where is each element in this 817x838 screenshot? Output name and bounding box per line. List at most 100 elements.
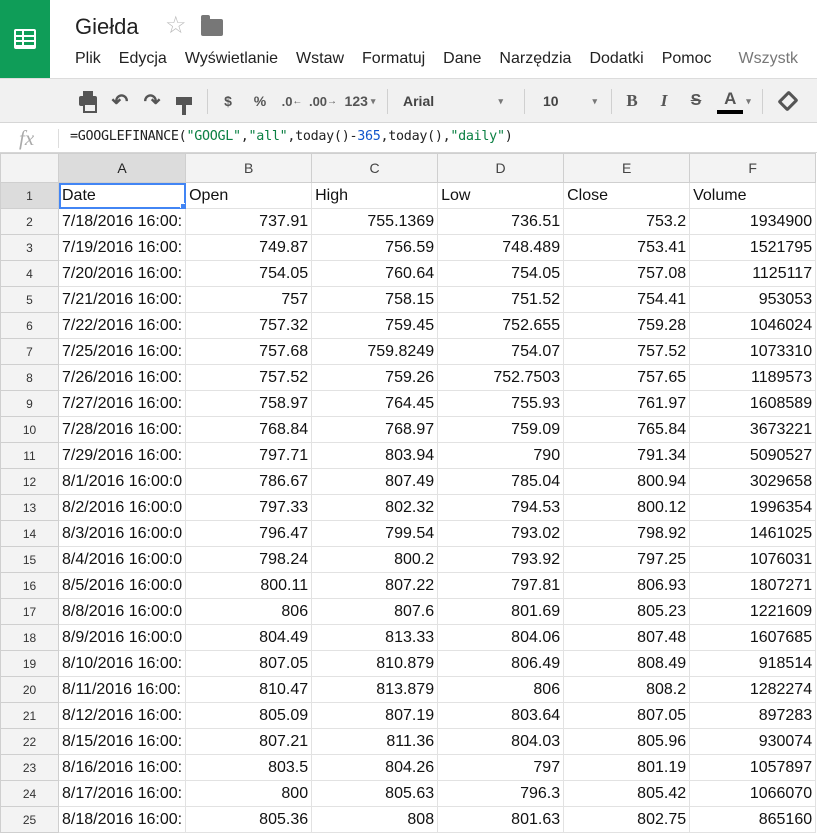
row-header[interactable]: 18 (0, 624, 59, 651)
cell-a5[interactable]: 7/21/2016 16:00: (57, 286, 187, 313)
star-icon[interactable]: ☆ (165, 12, 187, 40)
cell-f3[interactable]: 1521795 (689, 234, 817, 261)
row-header[interactable]: 17 (0, 598, 59, 625)
cell-c1[interactable]: High (311, 182, 439, 209)
cell-b5[interactable]: 757 (185, 286, 313, 313)
cell-c16[interactable]: 807.22 (311, 572, 439, 599)
folder-icon[interactable] (201, 15, 223, 36)
cell-e11[interactable]: 791.34 (563, 442, 691, 469)
increase-decimal-button[interactable]: .00 → (309, 79, 337, 123)
row-header[interactable]: 15 (0, 546, 59, 573)
cell-f24[interactable]: 1066070 (689, 780, 817, 807)
cell-c8[interactable]: 759.26 (311, 364, 439, 391)
cell-d25[interactable]: 801.63 (437, 806, 565, 833)
cell-c4[interactable]: 760.64 (311, 260, 439, 287)
cell-b7[interactable]: 757.68 (185, 338, 313, 365)
cell-e7[interactable]: 757.52 (563, 338, 691, 365)
cell-e15[interactable]: 797.25 (563, 546, 691, 573)
cell-a8[interactable]: 7/26/2016 16:00: (57, 364, 187, 391)
cell-e9[interactable]: 761.97 (563, 390, 691, 417)
cell-b10[interactable]: 768.84 (185, 416, 313, 443)
cell-f17[interactable]: 1221609 (689, 598, 817, 625)
cell-a15[interactable]: 8/4/2016 16:00:0 (57, 546, 187, 573)
cell-b2[interactable]: 737.91 (185, 208, 313, 235)
row-header[interactable]: 4 (0, 260, 59, 287)
currency-format-button[interactable]: $ (218, 79, 238, 123)
menu-view[interactable]: Wyświetlanie (176, 47, 287, 71)
cell-a17[interactable]: 8/8/2016 16:00:0 (57, 598, 187, 625)
row-header[interactable]: 1 (0, 182, 59, 209)
cell-e21[interactable]: 807.05 (563, 702, 691, 729)
text-color-button[interactable]: A ▾ (714, 79, 754, 123)
cell-c14[interactable]: 799.54 (311, 520, 439, 547)
cell-e13[interactable]: 800.12 (563, 494, 691, 521)
row-header[interactable]: 21 (0, 702, 59, 729)
cell-b8[interactable]: 757.52 (185, 364, 313, 391)
cell-e2[interactable]: 753.2 (563, 208, 691, 235)
cell-a9[interactable]: 7/27/2016 16:00: (57, 390, 187, 417)
cell-c22[interactable]: 811.36 (311, 728, 439, 755)
menu-file[interactable]: Plik (66, 47, 110, 71)
cell-a18[interactable]: 8/9/2016 16:00:0 (57, 624, 187, 651)
cell-b25[interactable]: 805.36 (185, 806, 313, 833)
cell-d20[interactable]: 806 (437, 676, 565, 703)
cell-c18[interactable]: 813.33 (311, 624, 439, 651)
row-header[interactable]: 19 (0, 650, 59, 677)
cell-c10[interactable]: 768.97 (311, 416, 439, 443)
cell-d6[interactable]: 752.655 (437, 312, 565, 339)
row-header[interactable]: 23 (0, 754, 59, 781)
cell-f18[interactable]: 1607685 (689, 624, 817, 651)
cell-e6[interactable]: 759.28 (563, 312, 691, 339)
undo-icon[interactable]: ↶ (108, 79, 132, 123)
cell-a19[interactable]: 8/10/2016 16:00: (57, 650, 187, 677)
cell-c7[interactable]: 759.8249 (311, 338, 439, 365)
print-icon[interactable] (76, 79, 100, 123)
menu-addons[interactable]: Dodatki (580, 47, 652, 71)
cell-d2[interactable]: 736.51 (437, 208, 565, 235)
cell-d1[interactable]: Low (437, 182, 565, 209)
cell-e18[interactable]: 807.48 (563, 624, 691, 651)
more-formats-button[interactable]: 123 ▾ (341, 79, 379, 123)
cell-d24[interactable]: 796.3 (437, 780, 565, 807)
cell-b13[interactable]: 797.33 (185, 494, 313, 521)
cell-d22[interactable]: 804.03 (437, 728, 565, 755)
cell-d21[interactable]: 803.64 (437, 702, 565, 729)
cell-a6[interactable]: 7/22/2016 16:00: (57, 312, 187, 339)
cell-c23[interactable]: 804.26 (311, 754, 439, 781)
cell-e3[interactable]: 753.41 (563, 234, 691, 261)
cell-d10[interactable]: 759.09 (437, 416, 565, 443)
cell-c25[interactable]: 808 (311, 806, 439, 833)
cell-f13[interactable]: 1996354 (689, 494, 817, 521)
cell-e25[interactable]: 802.75 (563, 806, 691, 833)
cell-f2[interactable]: 1934900 (689, 208, 817, 235)
cell-e10[interactable]: 765.84 (563, 416, 691, 443)
all-changes-saved-link[interactable]: Wszystk (720, 47, 807, 71)
select-all-corner[interactable] (0, 153, 59, 183)
cell-b20[interactable]: 810.47 (185, 676, 313, 703)
percent-format-button[interactable]: % (250, 79, 270, 123)
cell-e14[interactable]: 798.92 (563, 520, 691, 547)
cell-b18[interactable]: 804.49 (185, 624, 313, 651)
cell-c21[interactable]: 807.19 (311, 702, 439, 729)
cell-b9[interactable]: 758.97 (185, 390, 313, 417)
cell-a20[interactable]: 8/11/2016 16:00: (57, 676, 187, 703)
fill-handle[interactable] (180, 203, 185, 208)
column-header-f[interactable]: F (689, 153, 817, 183)
menu-edit[interactable]: Edycja (110, 47, 176, 71)
cell-e20[interactable]: 808.2 (563, 676, 691, 703)
cell-c19[interactable]: 810.879 (311, 650, 439, 677)
cell-a3[interactable]: 7/19/2016 16:00: (57, 234, 187, 261)
cell-e12[interactable]: 800.94 (563, 468, 691, 495)
row-header[interactable]: 5 (0, 286, 59, 313)
cell-b24[interactable]: 800 (185, 780, 313, 807)
column-header-d[interactable]: D (437, 153, 565, 183)
cell-f21[interactable]: 897283 (689, 702, 817, 729)
cell-f10[interactable]: 3673221 (689, 416, 817, 443)
cell-d11[interactable]: 790 (437, 442, 565, 469)
cell-c20[interactable]: 813.879 (311, 676, 439, 703)
row-header[interactable]: 22 (0, 728, 59, 755)
row-header[interactable]: 2 (0, 208, 59, 235)
cell-b15[interactable]: 798.24 (185, 546, 313, 573)
cell-b1[interactable]: Open (185, 182, 313, 209)
cell-a10[interactable]: 7/28/2016 16:00: (57, 416, 187, 443)
